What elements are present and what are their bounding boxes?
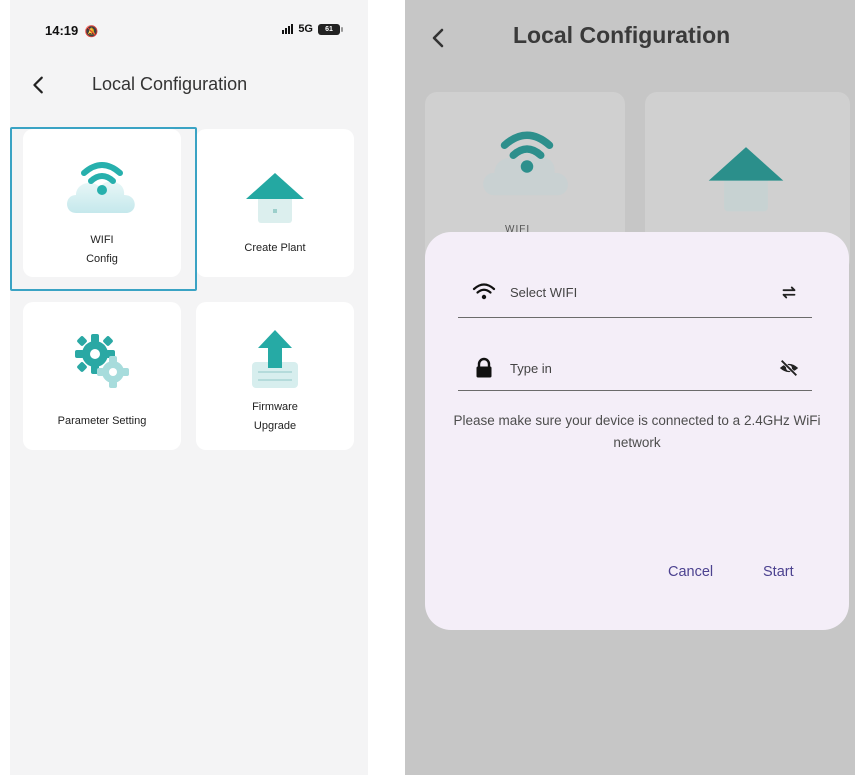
network-type: 5G <box>298 23 313 35</box>
dialog-note: Please make sure your device is connecte… <box>453 413 821 450</box>
swap-arrows-icon[interactable] <box>778 281 800 303</box>
tile-firmware-upgrade[interactable]: Firmware Upgrade <box>196 302 354 450</box>
wifi-select-placeholder: Select WIFI <box>510 284 578 300</box>
tile-create-plant[interactable]: Create Plant <box>196 129 354 277</box>
chevron-left-icon[interactable] <box>427 26 451 50</box>
signal-icon <box>282 24 294 34</box>
chevron-left-icon[interactable] <box>28 74 50 96</box>
lock-icon <box>476 357 492 378</box>
password-field-underline <box>458 390 812 391</box>
password-placeholder: Type in <box>510 360 552 376</box>
upload-arrow-icon <box>252 330 298 388</box>
battery-level: 61 <box>325 25 333 33</box>
tile-parameter-setting[interactable]: Parameter Setting <box>23 302 181 450</box>
start-button[interactable]: Start <box>763 564 794 580</box>
tile-label-line1: Firmware <box>252 401 298 413</box>
wifi-icon <box>472 283 496 300</box>
password-field[interactable]: Type in <box>458 350 812 386</box>
wifi-cloud-icon <box>67 162 135 213</box>
wifi-select-field[interactable]: Select WIFI <box>458 274 812 310</box>
phone-screen-left: 14:19 🔕 5G 61 Local Configuration WIFI C… <box>10 0 368 775</box>
tile-label: Parameter Setting <box>57 415 147 427</box>
status-time-text: 14:19 <box>45 23 79 38</box>
page-title: Local Configuration <box>92 74 248 94</box>
battery-icon: 61 <box>318 23 343 35</box>
tile-label-line2: Upgrade <box>253 419 297 432</box>
house-icon <box>708 147 784 212</box>
status-time: 14:19 🔕 <box>45 23 99 38</box>
bell-off-icon: 🔕 <box>84 26 99 38</box>
page-title: Local Configuration <box>513 22 731 48</box>
wifi-cloud-icon <box>483 131 568 196</box>
status-indicators: 5G 61 <box>282 23 343 35</box>
tile-wifi-config[interactable]: WIFI Config <box>23 129 181 277</box>
header: Local Configuration <box>10 62 368 106</box>
cancel-button[interactable]: Cancel <box>668 564 713 580</box>
tile-label-line2: Config <box>86 252 118 265</box>
wifi-field-underline <box>458 317 812 318</box>
gear-icon <box>75 334 129 388</box>
wifi-config-dialog: Select WIFI Type in Please make sure you… <box>425 232 849 630</box>
tile-label: Create Plant <box>244 242 306 254</box>
house-icon <box>246 173 304 223</box>
tile-label-line1: WIFI <box>90 234 114 246</box>
phone-screen-right: Local Configuration WIFI Select WIFI Typ… <box>405 0 855 775</box>
eye-off-icon[interactable] <box>778 357 800 379</box>
status-bar: 14:19 🔕 5G 61 <box>10 0 368 56</box>
